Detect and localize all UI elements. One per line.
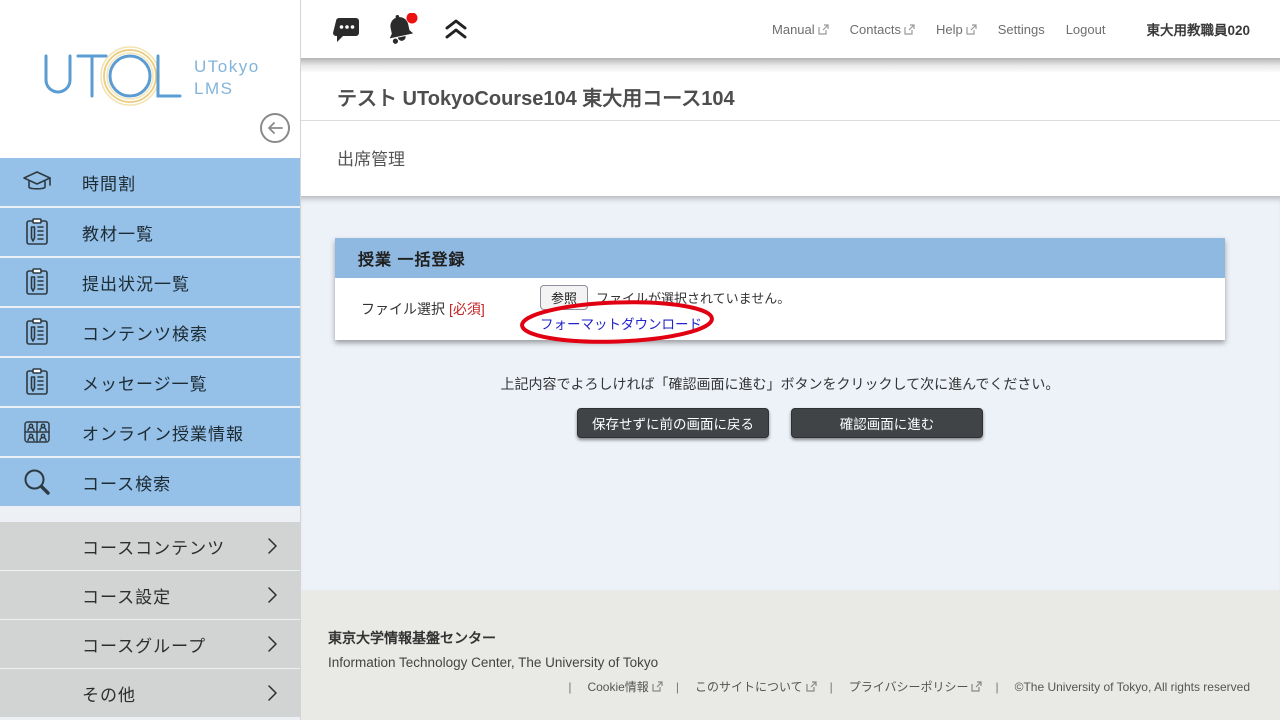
main-area: Manual Contacts Help Settings: [300, 0, 1280, 720]
content-area: 授業 一括登録 ファイル選択[必須] 参照 ファイルが選択されていません。 フォ…: [301, 196, 1280, 590]
collapse-topbar-icon[interactable]: [444, 18, 468, 40]
footer: 東京大学情報基盤センター Information Technology Cent…: [301, 590, 1280, 720]
clipboard-icon: [20, 267, 54, 297]
footer-link-label: このサイトについて: [695, 678, 803, 695]
clipboard-icon: [20, 367, 54, 397]
footer-org-ja: 東京大学情報基盤センター: [328, 628, 1250, 648]
footer-link-privacy[interactable]: プライバシーポリシー: [817, 678, 983, 695]
sidebar-item-submission-status[interactable]: 提出状況一覧: [0, 258, 300, 306]
footer-link-label: プライバシーポリシー: [849, 678, 969, 695]
external-link-icon: [652, 681, 663, 692]
format-download-link[interactable]: フォーマットダウンロード: [540, 313, 702, 333]
sidebar-item-messages[interactable]: メッセージ一覧: [0, 358, 300, 406]
action-buttons-row: 保存せずに前の画面に戻る 確認画面に進む: [335, 408, 1225, 438]
footer-link-label: Cookie情報: [587, 678, 648, 695]
topbar-link-help[interactable]: Help: [936, 22, 977, 37]
sidebar-item-label: 提出状況一覧: [82, 270, 190, 295]
topbar-link-manual[interactable]: Manual: [772, 22, 829, 37]
sidebar-item-label: オンライン授業情報: [82, 420, 244, 445]
sidebar-item-course-search[interactable]: コース検索: [0, 458, 300, 506]
topbar-link-label: Help: [936, 22, 963, 37]
sidebar-item-online-class-info[interactable]: オンライン授業情報: [0, 408, 300, 456]
arrow-left-icon: [267, 121, 283, 135]
sidebar-section-gap: [0, 508, 300, 522]
chevron-right-icon: [267, 684, 278, 702]
card-body: ファイル選択[必須] 参照 ファイルが選択されていません。 フォーマットダウンロ…: [335, 278, 1225, 340]
sidebar-item-label: コース検索: [82, 470, 171, 495]
sidebar-item-label: コースコンテンツ: [82, 534, 225, 559]
sidebar: UTokyo LMS 時間割 教材一覧: [0, 0, 300, 720]
topbar-link-settings[interactable]: Settings: [998, 22, 1045, 37]
chevron-right-icon: [267, 635, 278, 653]
copyright-text: ©The University of Tokyo, All rights res…: [982, 680, 1250, 694]
file-select-label: ファイル選択[必須]: [361, 299, 540, 319]
sidebar-item-label: 教材一覧: [82, 220, 154, 245]
magnifier-icon: [20, 467, 54, 497]
topbar-link-logout[interactable]: Logout: [1066, 22, 1106, 37]
topbar-link-label: Settings: [998, 22, 1045, 37]
external-link-icon: [971, 681, 982, 692]
page-title: 出席管理: [337, 150, 405, 169]
external-link-icon: [806, 681, 817, 692]
sidebar-item-course-settings[interactable]: コース設定: [0, 571, 300, 619]
chevron-right-icon: [267, 586, 278, 604]
clipboard-icon: [20, 217, 54, 247]
external-link-icon: [818, 24, 829, 35]
sidebar-item-materials[interactable]: 教材一覧: [0, 208, 300, 256]
svg-text:LMS: LMS: [194, 79, 233, 98]
topbar-link-label: Manual: [772, 22, 815, 37]
card-header: 授業 一括登録: [335, 238, 1225, 278]
svg-text:UTokyo: UTokyo: [194, 57, 260, 76]
messages-icon[interactable]: [333, 17, 360, 42]
people-grid-icon: [20, 417, 54, 447]
bulk-register-card: 授業 一括登録 ファイル選択[必須] 参照 ファイルが選択されていません。 フォ…: [335, 238, 1225, 340]
topbar-shadow: [301, 58, 1280, 72]
topbar-link-label: Logout: [1066, 22, 1106, 37]
topbar: Manual Contacts Help Settings: [301, 0, 1280, 58]
sidebar-item-label: コースグループ: [82, 632, 206, 657]
sidebar-item-timetable[interactable]: 時間割: [0, 158, 300, 206]
sidebar-item-course-contents[interactable]: コースコンテンツ: [0, 522, 300, 570]
sidebar-item-label: 時間割: [82, 170, 136, 195]
sidebar-item-content-search[interactable]: コンテンツ検索: [0, 308, 300, 356]
card-header-title: 授業 一括登録: [358, 246, 465, 270]
sidebar-header: UTokyo LMS: [0, 0, 300, 158]
sidebar-item-course-group[interactable]: コースグループ: [0, 620, 300, 668]
required-badge: [必須]: [449, 301, 485, 317]
utol-logo: UTokyo LMS: [40, 44, 268, 106]
sidebar-item-label: メッセージ一覧: [82, 370, 208, 395]
topbar-link-contacts[interactable]: Contacts: [850, 22, 915, 37]
section-bar: 出席管理: [301, 121, 1280, 196]
external-link-icon: [966, 24, 977, 35]
footer-link-about[interactable]: このサイトについて: [663, 678, 817, 695]
footer-link-cookie[interactable]: Cookie情報: [555, 678, 662, 695]
browse-file-button[interactable]: 参照: [540, 285, 588, 310]
topbar-link-label: Contacts: [850, 22, 901, 37]
proceed-to-confirm-button[interactable]: 確認画面に進む: [791, 408, 983, 438]
notification-badge-dot: [407, 13, 418, 24]
sidebar-item-label: コース設定: [82, 583, 171, 608]
instruction-text: 上記内容でよろしければ「確認画面に進む」ボタンをクリックして次に進んでください。: [335, 374, 1225, 394]
external-link-icon: [904, 24, 915, 35]
back-without-saving-button[interactable]: 保存せずに前の画面に戻る: [577, 408, 769, 438]
no-file-selected-text: ファイルが選択されていません。: [596, 288, 790, 307]
footer-links: Cookie情報 このサイトについて プライバシーポリシー ©The Unive…: [328, 678, 1250, 695]
file-label-text: ファイル選択: [361, 301, 445, 317]
clipboard-icon: [20, 317, 54, 347]
notifications-bell-icon[interactable]: [384, 13, 420, 45]
sidebar-item-label: その他: [82, 681, 136, 706]
copyright-label: ©The University of Tokyo, All rights res…: [1015, 680, 1250, 694]
chevron-right-icon: [267, 537, 278, 555]
mortarboard-icon: [20, 167, 54, 197]
course-title-bar: テスト UTokyoCourse104 東大用コース104: [301, 72, 1280, 121]
username-display: 東大用教職員020: [1146, 19, 1250, 39]
sidebar-item-others[interactable]: その他: [0, 669, 300, 717]
sidebar-collapse-button[interactable]: [260, 113, 290, 143]
sidebar-item-label: コンテンツ検索: [82, 320, 208, 345]
course-title: テスト UTokyoCourse104 東大用コース104: [337, 82, 735, 111]
footer-org-en: Information Technology Center, The Unive…: [328, 655, 1250, 670]
